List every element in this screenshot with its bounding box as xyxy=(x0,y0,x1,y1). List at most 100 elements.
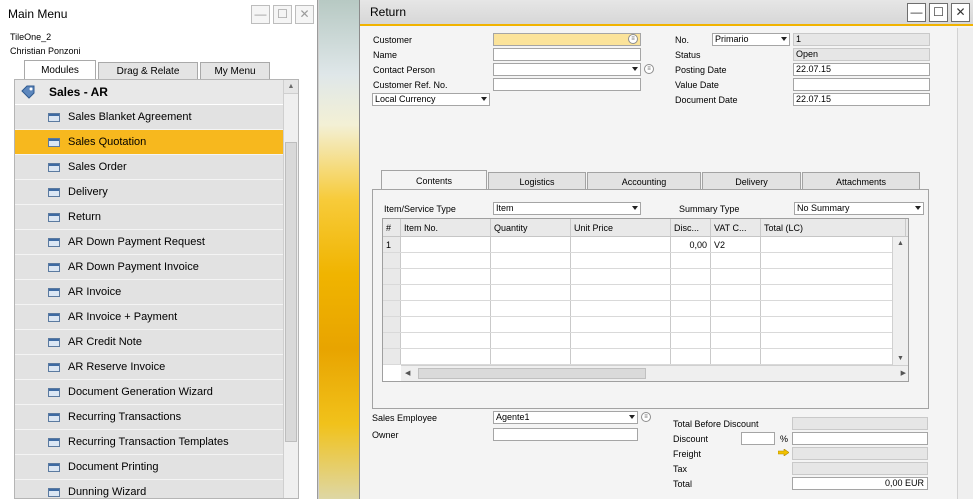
grid-cell[interactable] xyxy=(711,317,761,332)
discount-amount-field[interactable] xyxy=(792,432,928,445)
table-row[interactable] xyxy=(383,349,908,365)
close-icon[interactable]: ✕ xyxy=(295,4,314,24)
posting-date-field[interactable]: 22.07.15 xyxy=(793,63,930,76)
name-field[interactable] xyxy=(493,48,641,61)
grid-cell[interactable] xyxy=(571,317,671,332)
grid-cell[interactable] xyxy=(571,349,671,364)
table-row[interactable] xyxy=(383,333,908,349)
choose-from-list-icon[interactable]: ≡ xyxy=(628,34,638,44)
menu-item[interactable]: Return xyxy=(15,205,283,230)
series-select[interactable]: Primario xyxy=(712,33,790,46)
grid-cell[interactable] xyxy=(571,301,671,316)
grid-cell[interactable] xyxy=(401,285,491,300)
grid-cell[interactable] xyxy=(761,285,906,300)
grid-cell[interactable] xyxy=(671,253,711,268)
close-icon[interactable]: ✕ xyxy=(951,2,970,22)
grid-cell[interactable] xyxy=(711,253,761,268)
grid-column-header[interactable]: VAT C... xyxy=(711,219,761,236)
grid-column-header[interactable]: # xyxy=(383,219,401,236)
menu-scrollbar[interactable]: ▲ xyxy=(283,80,298,498)
grid-cell[interactable] xyxy=(491,269,571,284)
grid-column-header[interactable]: Disc... xyxy=(671,219,711,236)
contact-list-icon[interactable]: ≡ xyxy=(644,64,654,74)
tab-logistics[interactable]: Logistics xyxy=(488,172,586,190)
maximize-icon[interactable]: ☐ xyxy=(273,4,292,24)
grid-cell[interactable] xyxy=(571,285,671,300)
scroll-thumb[interactable] xyxy=(418,368,646,379)
grid-cell[interactable] xyxy=(571,333,671,348)
menu-item[interactable]: Recurring Transaction Templates xyxy=(15,430,283,455)
grid-cell[interactable] xyxy=(571,237,671,252)
scroll-down-icon[interactable]: ▼ xyxy=(897,355,904,362)
grid-cell[interactable] xyxy=(711,269,761,284)
grid-cell[interactable] xyxy=(491,285,571,300)
value-date-field[interactable] xyxy=(793,78,930,91)
grid-column-header[interactable]: Total (LC) xyxy=(761,219,906,236)
menu-item[interactable]: AR Reserve Invoice xyxy=(15,355,283,380)
grid-cell[interactable] xyxy=(401,301,491,316)
return-window-scrollbar[interactable] xyxy=(957,28,973,499)
customer-ref-field[interactable] xyxy=(493,78,641,91)
menu-item[interactable]: AR Invoice xyxy=(15,280,283,305)
menu-item[interactable]: AR Credit Note xyxy=(15,330,283,355)
tab-modules[interactable]: Modules xyxy=(24,60,96,80)
table-row[interactable] xyxy=(383,269,908,285)
grid-cell[interactable] xyxy=(711,301,761,316)
table-row[interactable]: 1 0,00 V2 xyxy=(383,237,908,253)
grid-cell[interactable] xyxy=(671,285,711,300)
grid-cell[interactable] xyxy=(711,333,761,348)
menu-item[interactable]: Sales Blanket Agreement xyxy=(15,105,283,130)
grid-vertical-scrollbar[interactable]: ▲ ▼ xyxy=(892,237,908,365)
menu-item[interactable]: Recurring Transactions xyxy=(15,405,283,430)
grid-cell[interactable] xyxy=(491,333,571,348)
grid-cell[interactable] xyxy=(671,349,711,364)
grid-cell[interactable] xyxy=(401,269,491,284)
tab-contents[interactable]: Contents xyxy=(381,170,487,190)
menu-item[interactable]: AR Down Payment Request xyxy=(15,230,283,255)
tab-accounting[interactable]: Accounting xyxy=(587,172,701,190)
scroll-right-icon[interactable]: ▶ xyxy=(901,369,906,377)
grid-cell[interactable] xyxy=(761,269,906,284)
menu-item[interactable]: Delivery xyxy=(15,180,283,205)
table-row[interactable] xyxy=(383,285,908,301)
owner-field[interactable] xyxy=(493,428,638,441)
grid-column-header[interactable]: Quantity xyxy=(491,219,571,236)
grid-cell[interactable] xyxy=(711,349,761,364)
table-row[interactable] xyxy=(383,253,908,269)
grid-cell[interactable] xyxy=(491,317,571,332)
sales-employee-select[interactable]: Agente1 xyxy=(493,411,638,424)
grid-cell[interactable] xyxy=(401,333,491,348)
grid-column-header[interactable]: Unit Price xyxy=(571,219,671,236)
discount-percent-field[interactable] xyxy=(741,432,775,445)
grid-cell[interactable] xyxy=(761,253,906,268)
menu-item[interactable]: Sales Quotation xyxy=(15,130,283,155)
currency-select[interactable]: Local Currency xyxy=(372,93,490,106)
menu-item[interactable]: Document Generation Wizard xyxy=(15,380,283,405)
menu-item[interactable]: AR Down Payment Invoice xyxy=(15,255,283,280)
grid-cell[interactable] xyxy=(761,237,906,252)
grid-cell[interactable]: 0,00 xyxy=(671,237,711,252)
grid-cell[interactable]: V2 xyxy=(711,237,761,252)
menu-item[interactable]: Dunning Wizard xyxy=(15,480,283,498)
grid-cell[interactable] xyxy=(671,317,711,332)
tab-drag-relate[interactable]: Drag & Relate xyxy=(98,62,198,80)
menu-item[interactable]: AR Invoice + Payment xyxy=(15,305,283,330)
contact-person-select[interactable] xyxy=(493,63,641,76)
grid-cell[interactable] xyxy=(671,301,711,316)
item-service-type-select[interactable]: Item xyxy=(493,202,641,215)
grid-cell[interactable] xyxy=(491,349,571,364)
grid-cell[interactable] xyxy=(401,317,491,332)
tab-my-menu[interactable]: My Menu xyxy=(200,62,270,80)
module-header-sales-ar[interactable]: Sales - AR xyxy=(15,80,298,105)
grid-cell[interactable] xyxy=(491,301,571,316)
menu-item[interactable]: Sales Order xyxy=(15,155,283,180)
grid-cell[interactable] xyxy=(401,237,491,252)
grid-cell[interactable] xyxy=(491,253,571,268)
tab-attachments[interactable]: Attachments xyxy=(802,172,920,190)
minimize-icon[interactable]: — xyxy=(251,4,270,24)
customer-field[interactable]: ≡ xyxy=(493,33,641,46)
grid-cell[interactable] xyxy=(711,285,761,300)
menu-item[interactable]: Document Printing xyxy=(15,455,283,480)
document-date-field[interactable]: 22.07.15 xyxy=(793,93,930,106)
grid-cell[interactable] xyxy=(401,349,491,364)
